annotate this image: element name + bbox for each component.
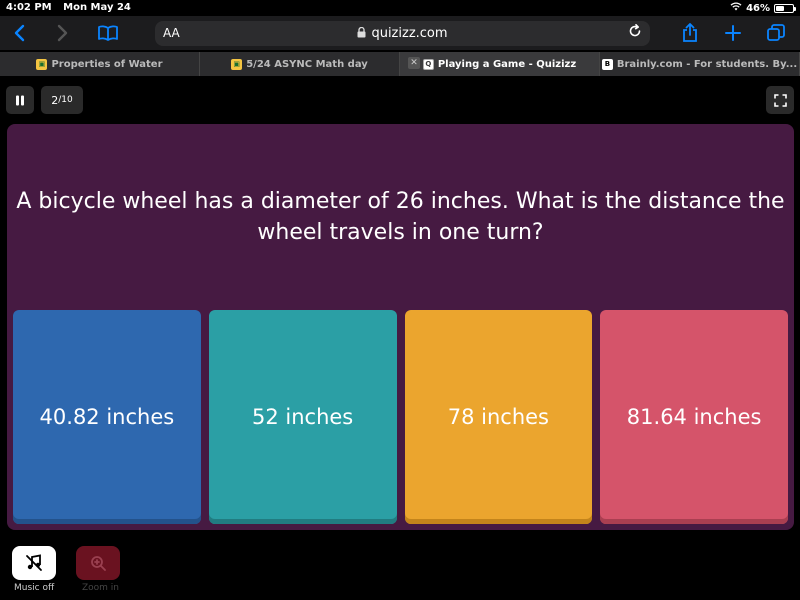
tabs-overview-icon[interactable] xyxy=(763,20,789,46)
pause-icon xyxy=(16,95,24,105)
slides-favicon-icon: ▣ xyxy=(36,58,48,70)
back-icon[interactable] xyxy=(6,20,32,46)
status-bar: 4:02 PM Mon May 24 46% xyxy=(0,0,800,16)
tab-label: Brainly.com - For students. By... xyxy=(616,58,798,70)
share-icon[interactable] xyxy=(677,20,703,46)
current-question: 2 xyxy=(51,93,59,107)
battery-percent: 46% xyxy=(746,2,770,14)
address-bar[interactable]: AA quizizz.com xyxy=(155,21,650,46)
zoom-label: Zoom in xyxy=(82,583,120,593)
new-tab-icon[interactable] xyxy=(720,20,746,46)
forward-icon[interactable] xyxy=(50,20,76,46)
total-questions: /10 xyxy=(58,95,73,105)
bookmarks-icon[interactable] xyxy=(95,20,121,46)
tab-label: Playing a Game - Quizizz xyxy=(437,58,577,70)
lock-icon xyxy=(357,26,366,41)
zoom-in-icon xyxy=(91,556,106,571)
quizizz-favicon-icon: Q xyxy=(422,58,434,70)
text-size-button[interactable]: AA xyxy=(163,26,180,40)
pause-button[interactable] xyxy=(6,86,34,114)
tab-properties-of-water[interactable]: ▣ Properties of Water xyxy=(0,52,200,76)
answer-option-4[interactable]: 81.64 inches xyxy=(600,310,788,524)
slides-favicon-icon: ▣ xyxy=(231,58,243,70)
answer-options: 40.82 inches 52 inches 78 inches 81.64 i… xyxy=(13,310,788,524)
answer-option-2[interactable]: 52 inches xyxy=(208,310,397,524)
reload-icon[interactable] xyxy=(628,24,642,42)
zoom-in-button[interactable] xyxy=(76,546,120,580)
browser-toolbar: AA quizizz.com xyxy=(0,16,800,50)
brainly-favicon-icon: B xyxy=(601,58,613,70)
status-date: Mon May 24 xyxy=(63,2,131,13)
url-text: quizizz.com xyxy=(371,26,448,41)
fullscreen-button[interactable] xyxy=(766,86,794,114)
tab-label: Properties of Water xyxy=(51,58,163,70)
fullscreen-icon xyxy=(773,93,787,107)
tab-bar: ▣ Properties of Water ▣ 5/24 ASYNC Math … xyxy=(0,52,800,76)
tab-brainly[interactable]: B Brainly.com - For students. By... xyxy=(600,52,800,76)
question-counter: 2/10 xyxy=(41,86,83,114)
tab-async-math-day[interactable]: ▣ 5/24 ASYNC Math day xyxy=(200,52,400,76)
battery-icon xyxy=(774,3,796,13)
music-off-icon xyxy=(26,554,42,571)
tab-quizizz[interactable]: ✕ Q Playing a Game - Quizizz xyxy=(400,52,600,76)
question-text: A bicycle wheel has a diameter of 26 inc… xyxy=(16,189,785,245)
tab-label: 5/24 ASYNC Math day xyxy=(246,58,368,70)
answer-option-3[interactable]: 78 inches xyxy=(404,310,593,524)
close-tab-icon[interactable]: ✕ xyxy=(408,57,420,69)
status-time: 4:02 PM xyxy=(6,2,52,13)
music-toggle-button[interactable] xyxy=(12,546,56,580)
wifi-icon xyxy=(730,2,742,14)
music-label: Music off xyxy=(14,583,55,593)
answer-option-1[interactable]: 40.82 inches xyxy=(13,310,201,524)
question-card: A bicycle wheel has a diameter of 26 inc… xyxy=(7,124,794,530)
